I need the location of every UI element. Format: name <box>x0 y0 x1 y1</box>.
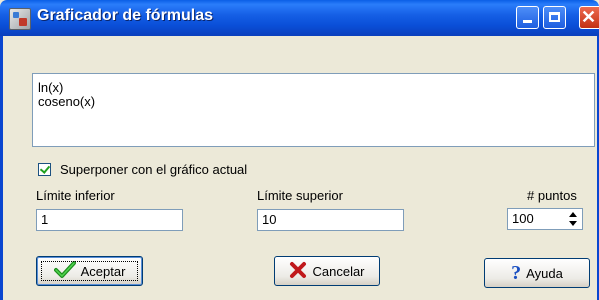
maximize-icon <box>549 12 560 22</box>
lower-limit-label: Límite inferior <box>36 188 115 203</box>
points-spinner[interactable]: 100 <box>507 208 583 230</box>
cancel-label: Cancelar <box>312 263 365 279</box>
window-border-left <box>0 36 3 300</box>
title-bar[interactable]: Graficador de fórmulas ✕ <box>0 0 599 36</box>
spinner-up-button[interactable] <box>565 210 581 219</box>
overlay-label: Superponer con el gráfico actual <box>60 162 248 177</box>
green-check-icon <box>53 260 76 282</box>
upper-limit-input[interactable]: 10 <box>257 209 404 231</box>
minimize-button[interactable] <box>516 6 539 29</box>
blue-question-icon: ? <box>511 262 522 284</box>
formula-line: coseno(x) <box>38 94 96 109</box>
help-label: Ayuda <box>526 265 563 281</box>
overlay-checkbox[interactable] <box>38 163 51 176</box>
minimize-icon <box>523 20 532 23</box>
points-label: # puntos <box>527 188 577 203</box>
accept-button[interactable]: Aceptar <box>36 256 143 286</box>
window-title: Graficador de fórmulas <box>37 7 214 24</box>
lower-limit-input[interactable]: 1 <box>36 209 183 231</box>
cancel-button[interactable]: Cancelar <box>274 256 380 286</box>
formula-line: ln(x) <box>38 80 64 95</box>
help-button[interactable]: ? Ayuda <box>484 258 590 288</box>
close-icon: ✕ <box>581 7 597 27</box>
overlay-option[interactable]: Superponer con el gráfico actual <box>38 162 247 177</box>
maximize-button[interactable] <box>543 6 566 29</box>
close-button[interactable]: ✕ <box>579 6 599 29</box>
accept-label: Aceptar <box>80 263 126 279</box>
spinner-down-button[interactable] <box>565 219 581 228</box>
upper-limit-label: Límite superior <box>257 188 343 203</box>
app-icon[interactable] <box>9 8 31 30</box>
red-x-icon <box>289 261 307 282</box>
formula-editor[interactable]: ln(x) coseno(x) <box>32 73 595 147</box>
points-value: 100 <box>512 211 534 226</box>
